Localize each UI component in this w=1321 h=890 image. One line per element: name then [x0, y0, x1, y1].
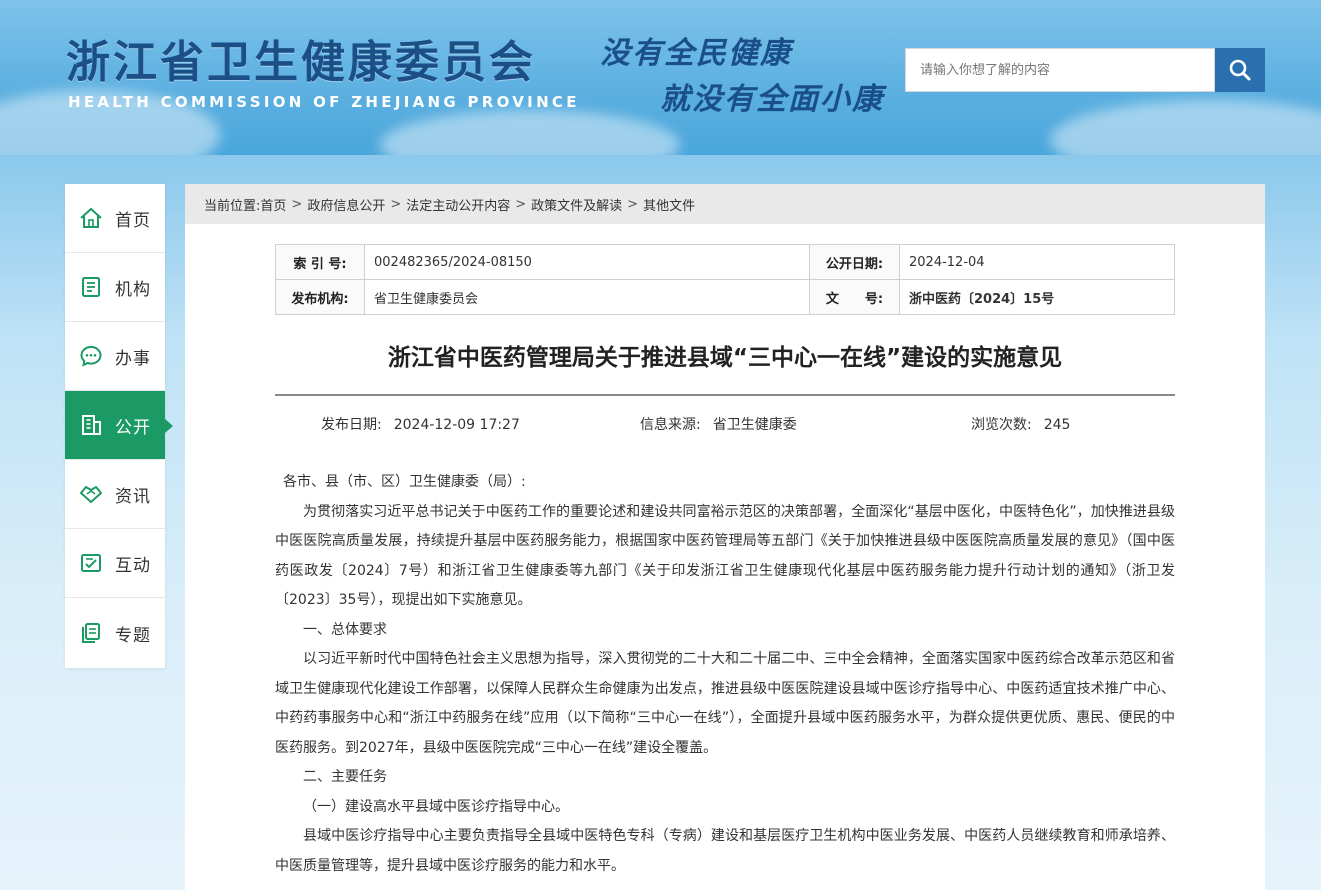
- home-icon: [79, 206, 103, 230]
- sidebar-item-label: 办事: [115, 348, 151, 369]
- breadcrumb-home[interactable]: 首页: [260, 195, 286, 214]
- sidebar-item-home[interactable]: 首页: [65, 184, 165, 253]
- sidebar-item-label: 互动: [115, 555, 151, 576]
- publish-date-label: 发布日期:: [321, 417, 382, 433]
- cloud-decoration: [380, 110, 680, 155]
- interact-icon: [79, 551, 103, 575]
- title-divider: [275, 394, 1175, 396]
- sidebar-nav: 首页 机构 办事 公开 资讯 互动 专题: [65, 184, 173, 668]
- document-body: 各市、县（市、区）卫生健康委（局）: 为贯彻落实习近平总书记关于中医药工作的重要…: [275, 468, 1175, 881]
- breadcrumb-gov-info[interactable]: 政府信息公开: [307, 195, 385, 214]
- table-row: 索 引 号: 002482365/2024-08150 公开日期: 2024-1…: [275, 244, 1175, 280]
- index-label: 索 引 号:: [275, 244, 365, 280]
- sidebar-item-label: 机构: [115, 279, 151, 300]
- breadcrumb-statutory[interactable]: 法定主动公开内容: [406, 195, 510, 214]
- publish-date-value: 2024-12-09 17:27: [393, 417, 520, 433]
- chat-icon: [79, 344, 103, 368]
- breadcrumb-other-docs[interactable]: 其他文件: [643, 195, 695, 214]
- org-icon: [79, 275, 103, 299]
- cloud-decoration: [1050, 100, 1321, 155]
- subsection-heading: （一）建设高水平县域中医诊疗指导中心。: [303, 798, 569, 815]
- site-header: 浙江省卫生健康委员会 HEALTH COMMISSION OF ZHEJIANG…: [0, 0, 1321, 155]
- index-value: 002482365/2024-08150: [364, 244, 810, 280]
- sidebar-item-topics[interactable]: 专题: [65, 598, 165, 668]
- view-count-label: 浏览次数:: [971, 417, 1032, 433]
- search-input[interactable]: [906, 49, 1214, 91]
- paragraph: 以习近平新时代中国特色社会主义思想为指导，深入贯彻党的二十大和二十届二中、三中全…: [275, 651, 1175, 756]
- sidebar-item-label: 首页: [115, 210, 151, 231]
- breadcrumb-separator: >: [390, 196, 402, 212]
- site-subtitle: HEALTH COMMISSION OF ZHEJIANG PROVINCE: [68, 93, 580, 111]
- issuer-label: 发布机构:: [275, 279, 365, 315]
- breadcrumb-separator: >: [515, 196, 527, 212]
- slogan-line-1: 没有全民健康: [600, 36, 792, 71]
- document-title: 浙江省中医药管理局关于推进县域“三中心一在线”建设的实施意见: [387, 345, 1063, 371]
- breadcrumb-prefix: 当前位置:: [204, 198, 261, 214]
- salutation: 各市、县（市、区）卫生健康委（局）:: [283, 474, 526, 490]
- sidebar-item-services[interactable]: 办事: [65, 322, 165, 391]
- site-title[interactable]: 浙江省卫生健康委员会: [66, 26, 536, 90]
- sidebar-item-label: 公开: [115, 417, 151, 438]
- sidebar-item-label: 专题: [115, 625, 151, 646]
- main-content: 当前位置: 首页 > 政府信息公开 > 法定主动公开内容 > 政策文件及解读 >…: [185, 184, 1265, 890]
- breadcrumb-policy[interactable]: 政策文件及解读: [531, 195, 622, 214]
- topic-icon: [79, 621, 103, 645]
- view-count: 浏览次数: 245: [971, 414, 1070, 434]
- docno-value: 浙中医药〔2024〕15号: [899, 279, 1175, 315]
- paragraph: 县域中医诊疗指导中心主要负责指导全县域中医特色专科（专病）建设和基层医疗卫生机构…: [275, 828, 1175, 874]
- table-row: 发布机构: 省卫生健康委员会 文 号: 浙中医药〔2024〕15号: [275, 279, 1175, 315]
- breadcrumb-separator: >: [291, 196, 303, 212]
- sidebar-item-news[interactable]: 资讯: [65, 460, 165, 529]
- handshake-icon: [79, 482, 103, 506]
- search-box: [905, 48, 1215, 92]
- slogan-line-2: 就没有全面小康: [660, 82, 884, 117]
- info-source: 信息来源: 省卫生健康委: [640, 414, 797, 434]
- breadcrumb-separator: >: [627, 196, 639, 212]
- open-date-value: 2024-12-04: [899, 244, 1175, 280]
- docno-label: 文 号:: [809, 279, 900, 315]
- sidebar-item-label: 资讯: [115, 486, 151, 507]
- info-source-label: 信息来源:: [640, 417, 701, 433]
- breadcrumb: 当前位置: 首页 > 政府信息公开 > 法定主动公开内容 > 政策文件及解读 >…: [185, 184, 1265, 224]
- publish-date: 发布日期: 2024-12-09 17:27: [321, 414, 520, 434]
- info-source-value: 省卫生健康委: [712, 417, 797, 433]
- issuer-value: 省卫生健康委员会: [364, 279, 810, 315]
- view-count-value: 245: [1043, 417, 1071, 433]
- search-button[interactable]: [1215, 48, 1265, 92]
- paragraph: 为贯彻落实习近平总书记关于中医药工作的重要论述和建设共同富裕示范区的决策部署，全…: [275, 503, 1175, 609]
- open-date-label: 公开日期:: [809, 244, 900, 280]
- sidebar-item-interaction[interactable]: 互动: [65, 529, 165, 598]
- building-icon: [79, 413, 103, 437]
- section-heading: 二、主要任务: [303, 769, 387, 785]
- document-meta-table: 索 引 号: 002482365/2024-08150 公开日期: 2024-1…: [275, 244, 1175, 315]
- sidebar-item-org[interactable]: 机构: [65, 253, 165, 322]
- sidebar-item-public[interactable]: 公开: [65, 391, 173, 460]
- section-heading: 一、总体要求: [303, 621, 387, 638]
- search-icon: [1229, 59, 1251, 81]
